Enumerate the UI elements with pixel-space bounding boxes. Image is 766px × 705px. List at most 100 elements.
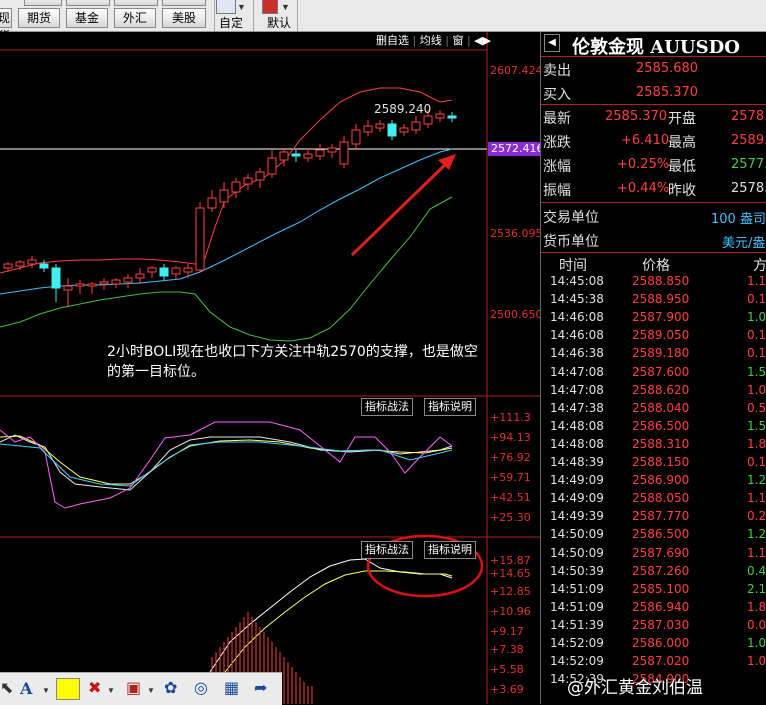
indicator2-axis-label: +3.69: [490, 683, 524, 696]
tick-row: 14:47:08 2588.620 1.0: [541, 383, 766, 401]
candle: [291, 153, 301, 157]
indicator2-help-button[interactable]: 指标说明: [424, 541, 476, 559]
tick-volume: 2.1: [747, 581, 766, 596]
indicator1-help-button[interactable]: 指标说明: [424, 398, 476, 416]
market-button-futures[interactable]: 期货: [18, 8, 60, 28]
tick-volume: 1.8: [747, 436, 766, 451]
toolbar-top-button[interactable]: [66, 0, 110, 6]
color-picker-icon[interactable]: [56, 678, 80, 700]
candle: [303, 153, 313, 159]
tick-time: 14:48:08: [550, 418, 604, 433]
tick-price: 2586.500: [632, 527, 690, 542]
drawing-toolbar: ⬉ A ▼ ✖ ▼ ▣ ▼ ✿ ◎ ▦ ➦: [0, 672, 282, 705]
indicator2-axis-label: +9.17: [490, 625, 524, 638]
save-drawing-icon[interactable]: ▣: [126, 679, 141, 699]
tick-row: 14:48:08 2588.310 1.8: [541, 437, 766, 455]
tick-time: 14:46:38: [550, 346, 604, 361]
tick-price: 2587.600: [632, 364, 690, 379]
hide-icon[interactable]: ◎: [194, 679, 208, 699]
tick-price: 2588.050: [632, 491, 690, 506]
default-layout-icon[interactable]: [262, 0, 278, 14]
toolbar-top-button[interactable]: [114, 0, 158, 6]
tick-time: 14:47:08: [550, 364, 604, 379]
chevron-down-icon[interactable]: ▼: [42, 681, 50, 701]
buy-label: 买入: [543, 87, 571, 103]
candle: [207, 197, 217, 209]
chart-area[interactable]: 删自选 | 均线 | 窗 | ◀▶ 2607.424 2536.095 2500…: [0, 32, 547, 704]
indicator2-line-a: [209, 558, 453, 673]
tick-volume: 0.5: [747, 400, 766, 415]
chevron-down-icon[interactable]: ▼: [147, 681, 155, 701]
remove-watchlist-button[interactable]: 删自选: [376, 34, 409, 47]
currency-value: 美元/盎: [722, 236, 766, 251]
chevron-down-icon[interactable]: ▼: [107, 681, 115, 701]
tick-row: 14:52:09 2587.020 1.0: [541, 654, 766, 672]
tick-time: 14:50:39: [550, 563, 604, 578]
grid-icon[interactable]: ▦: [224, 679, 239, 699]
chart-top-buttons: 删自选 | 均线 | 窗 | ◀▶: [376, 34, 492, 47]
panel-divider: [541, 252, 766, 253]
share-icon[interactable]: ➦: [254, 679, 267, 699]
moving-average-button[interactable]: 均线: [420, 34, 442, 47]
candle: [315, 149, 325, 157]
tick-volume: 0.4: [747, 563, 766, 578]
collapse-panel-icon[interactable]: ◀: [544, 34, 560, 52]
custom-layout-label[interactable]: 自定: [219, 14, 243, 31]
tick-time: 14:45:38: [550, 292, 604, 307]
market-button-forex[interactable]: 外汇: [114, 8, 156, 28]
candle: [15, 261, 25, 267]
market-button-funds[interactable]: 基金: [66, 8, 108, 28]
chevron-down-icon[interactable]: ▼: [237, 2, 246, 12]
market-button-spot[interactable]: 现货: [0, 8, 12, 43]
custom-layout-icon[interactable]: [216, 0, 236, 14]
delete-icon[interactable]: ✖: [88, 679, 101, 699]
panel-header: ◀ 伦敦金现 AUUSDO: [541, 32, 766, 58]
indicator2-axis-label: +14.65: [490, 567, 531, 580]
quote-panel: ◀ 伦敦金现 AUUSDO 卖出 2585.680 买入 2585.370 最新…: [540, 32, 766, 704]
indicator1-axis-label: +76.92: [490, 451, 531, 464]
text-tool-icon[interactable]: A: [20, 679, 32, 699]
default-layout-label[interactable]: 默认: [267, 14, 291, 31]
chevron-down-icon[interactable]: ▼: [281, 2, 290, 12]
cursor-icon[interactable]: ⬉: [0, 679, 13, 699]
tick-time: 14:49:09: [550, 491, 604, 506]
tick-price: 2588.620: [632, 382, 690, 397]
indicator1-strategy-button[interactable]: 指标战法: [361, 398, 413, 416]
play-icon[interactable]: ◀▶: [474, 34, 491, 47]
indicator2-strategy-button[interactable]: 指标战法: [361, 541, 413, 559]
sell-value: 2585.680: [636, 61, 699, 76]
candle: [51, 267, 61, 289]
tick-row: 14:51:09 2586.940 1.8: [541, 600, 766, 618]
toolbar-top-button[interactable]: [162, 0, 206, 6]
tick-volume: 1.1: [747, 274, 766, 288]
window-button[interactable]: 窗: [452, 34, 463, 47]
market-button-us-stocks[interactable]: 美股: [162, 8, 206, 28]
settings-icon[interactable]: ✿: [164, 679, 177, 699]
toolbar-divider: [253, 0, 254, 31]
stat-value: 2578.: [731, 109, 766, 124]
tick-volume: 0.0: [747, 617, 766, 632]
tick-time: 14:50:09: [550, 527, 604, 542]
candle: [123, 277, 133, 283]
indicator1-line-c: [0, 421, 453, 509]
stat-value: 2585.370: [605, 109, 668, 124]
tick-row: 14:45:08 2588.850 1.1: [541, 274, 766, 292]
tick-row: 14:49:39 2587.770 0.2: [541, 509, 766, 527]
top-toolbar: 现货 期货 基金 外汇 美股 ▼ 自定 ▼ 默认: [0, 0, 766, 43]
candle: [339, 141, 349, 165]
indicator1-axis-label: +42.51: [490, 491, 531, 504]
tick-price: 2588.150: [632, 455, 690, 469]
candle: [375, 123, 385, 129]
stat-value: +6.410: [621, 133, 670, 148]
tick-price: 2588.040: [632, 400, 690, 415]
candle: [63, 285, 73, 291]
candle: [435, 113, 445, 119]
tick-row: 14:51:09 2585.100 2.1: [541, 582, 766, 600]
tick-volume: 1.0: [747, 636, 766, 650]
tick-header: 时间 价格 方: [541, 254, 766, 274]
tick-price: 2585.100: [632, 581, 690, 596]
current-price-tag: 2572.416: [488, 142, 547, 156]
toolbar-top-button[interactable]: [24, 0, 62, 6]
tick-list[interactable]: 14:45:08 2588.850 1.1 14:45:38 2588.950 0.1 14…: [541, 274, 766, 704]
candle: [75, 283, 85, 287]
